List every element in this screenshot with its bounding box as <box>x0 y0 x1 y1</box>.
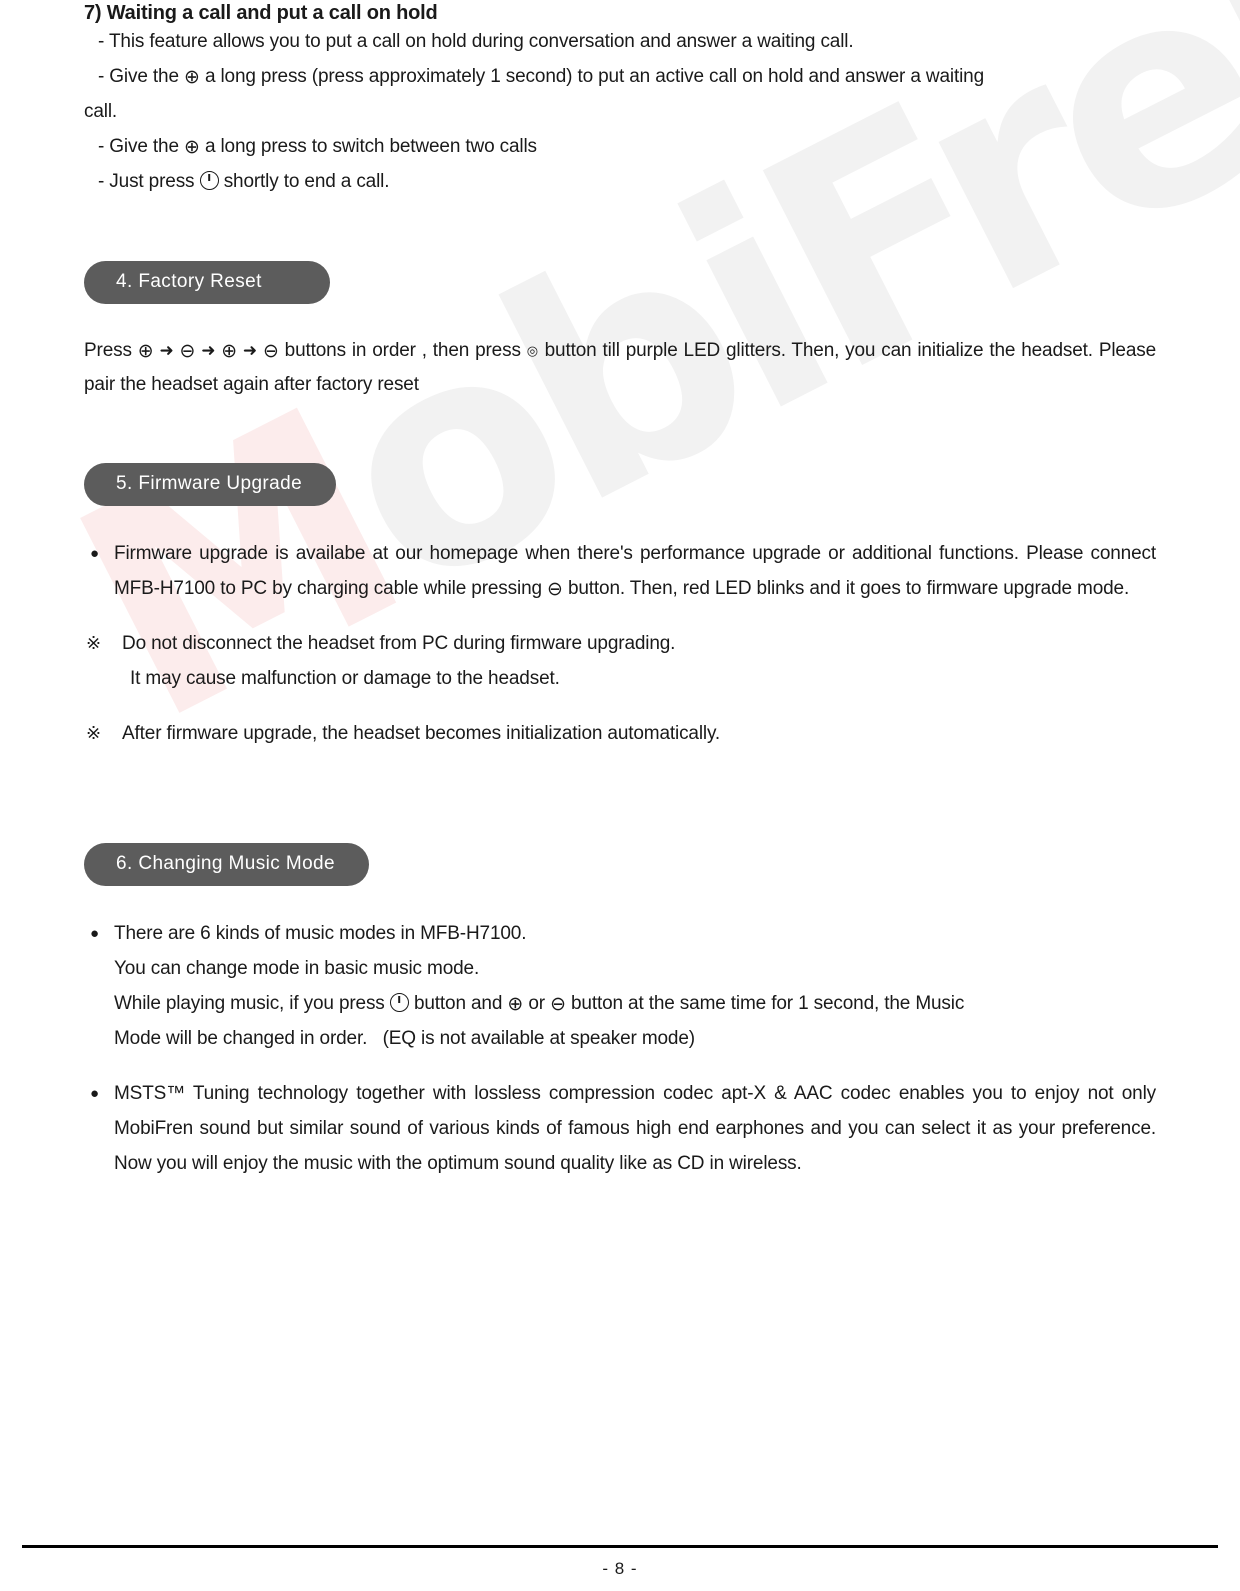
minus-circle-icon: ⊖ <box>550 993 566 1015</box>
section4-text-pre: Press <box>84 340 132 361</box>
section7-line2-pre: - Give the <box>98 66 179 87</box>
section5-pill-wrap: 5. Firmware Upgrade <box>84 463 1156 506</box>
arrow-right-icon: ➜ <box>201 341 216 361</box>
bullet-dot-icon: ● <box>90 1085 99 1102</box>
section5-bullet-1-text: Firmware upgrade is availabe at our home… <box>114 536 1156 606</box>
section6-b1l3-mid2: or <box>528 993 545 1014</box>
section-changing-music-mode: 6. Changing Music Mode ● There are 6 kin… <box>84 843 1156 1181</box>
plus-circle-icon: ⊕ <box>507 993 524 1015</box>
section6-bullet-1-line-4: Mode will be changed in order. (EQ is no… <box>114 1028 695 1049</box>
plus-circle-icon: ⊕ <box>184 136 200 158</box>
mfb-double-circle-icon: ◎ <box>526 344 539 359</box>
section7-line3-pre: - Give the <box>98 136 179 157</box>
section6-bullet-1-line-2: You can change mode in basic music mode. <box>114 958 480 979</box>
section5-note-2: ※ After firmware upgrade, the headset be… <box>84 716 1156 751</box>
section5-note-1-line-1: Do not disconnect the headset from PC du… <box>122 633 676 654</box>
arrow-right-icon: ➜ <box>242 341 258 361</box>
bullet-dot-icon: ● <box>90 545 99 562</box>
section6-bullet-2: ● MSTS™ Tuning technology together with … <box>84 1076 1156 1181</box>
minus-circle-icon: ⊖ <box>547 578 563 600</box>
section5-bullet-1-part2: button. Then, red LED blinks and it goes… <box>567 578 1130 599</box>
section7-line-1: - This feature allows you to put a call … <box>98 31 854 52</box>
section6-bullet-1-line-3: While playing music, if you press button… <box>114 986 1156 1021</box>
section6-bullet-1: ● There are 6 kinds of music modes in MF… <box>84 916 1156 1056</box>
page-footer: - 8 - <box>0 1545 1240 1591</box>
section7-line-4: - Just press shortly to end a call. <box>84 164 1156 199</box>
section5-note-2-line-1: After firmware upgrade, the headset beco… <box>122 723 721 744</box>
section6-b1l3-mid1: button and <box>413 993 503 1014</box>
section4-text-mid: buttons in order , then press <box>284 340 521 361</box>
section7-line-2: - Give the ⊕ a long press (press approxi… <box>84 59 1156 94</box>
plus-circle-icon: ⊕ <box>137 340 154 362</box>
section-header-firmware-upgrade: 5. Firmware Upgrade <box>84 463 337 506</box>
section5-bullet-1: ● Firmware upgrade is availabe at our ho… <box>84 536 1156 606</box>
reference-mark-icon: ※ <box>86 633 101 653</box>
section-factory-reset: 4. Factory Reset Press ⊕ ➜ ⊖ ➜ ⊕ ➜ ⊖ but… <box>84 261 1156 401</box>
section5-note-1: ※ Do not disconnect the headset from PC … <box>84 626 1156 696</box>
section6-pill-wrap: 6. Changing Music Mode <box>84 843 1156 886</box>
bullet-dot-icon: ● <box>90 925 99 942</box>
section6-b1l3-pre: While playing music, if you press <box>114 993 385 1014</box>
section4-pill-wrap: 4. Factory Reset <box>84 261 1156 304</box>
section6-bullet-1-line-1: There are 6 kinds of music modes in MFB-… <box>114 923 527 944</box>
power-button-icon <box>389 993 409 1012</box>
page-number: - 8 - <box>602 1559 638 1578</box>
section-header-factory-reset: 4. Factory Reset <box>84 261 330 304</box>
section7-line4-pre: - Just press <box>98 171 195 192</box>
section-firmware-upgrade: 5. Firmware Upgrade ● Firmware upgrade i… <box>84 463 1156 751</box>
section-waiting-call: 7) Waiting a call and put a call on hold… <box>84 0 1156 199</box>
section7-title: 7) Waiting a call and put a call on hold <box>84 2 438 24</box>
power-button-icon <box>199 171 219 190</box>
section5-note-1-line-2: It may cause malfunction or damage to th… <box>130 668 560 689</box>
section4-paragraph: Press ⊕ ➜ ⊖ ➜ ⊕ ➜ ⊖ buttons in order , t… <box>84 334 1156 401</box>
minus-circle-icon: ⊖ <box>262 340 279 362</box>
minus-circle-icon: ⊖ <box>179 340 196 362</box>
section-header-changing-music-mode: 6. Changing Music Mode <box>84 843 369 886</box>
section7-line-2-wrap: call. <box>84 101 118 122</box>
section6-b1l3-post: button at the same time for 1 second, th… <box>570 993 965 1014</box>
document-page: MobiFren 7) Waiting a call and put a cal… <box>0 0 1240 1591</box>
reference-mark-icon: ※ <box>86 723 101 743</box>
plus-circle-icon: ⊕ <box>221 340 237 362</box>
section6-bullet-2-text: MSTS™ Tuning technology together with lo… <box>114 1083 1156 1174</box>
section7-line3-post: a long press to switch between two calls <box>204 136 537 157</box>
section7-line4-post: shortly to end a call. <box>223 171 390 192</box>
arrow-right-icon: ➜ <box>159 341 174 361</box>
section7-line-3: - Give the ⊕ a long press to switch betw… <box>84 129 1156 164</box>
plus-circle-icon: ⊕ <box>184 66 200 88</box>
section7-line2-post: a long press (press approximately 1 seco… <box>204 66 985 87</box>
page-content: 7) Waiting a call and put a call on hold… <box>0 0 1240 1181</box>
